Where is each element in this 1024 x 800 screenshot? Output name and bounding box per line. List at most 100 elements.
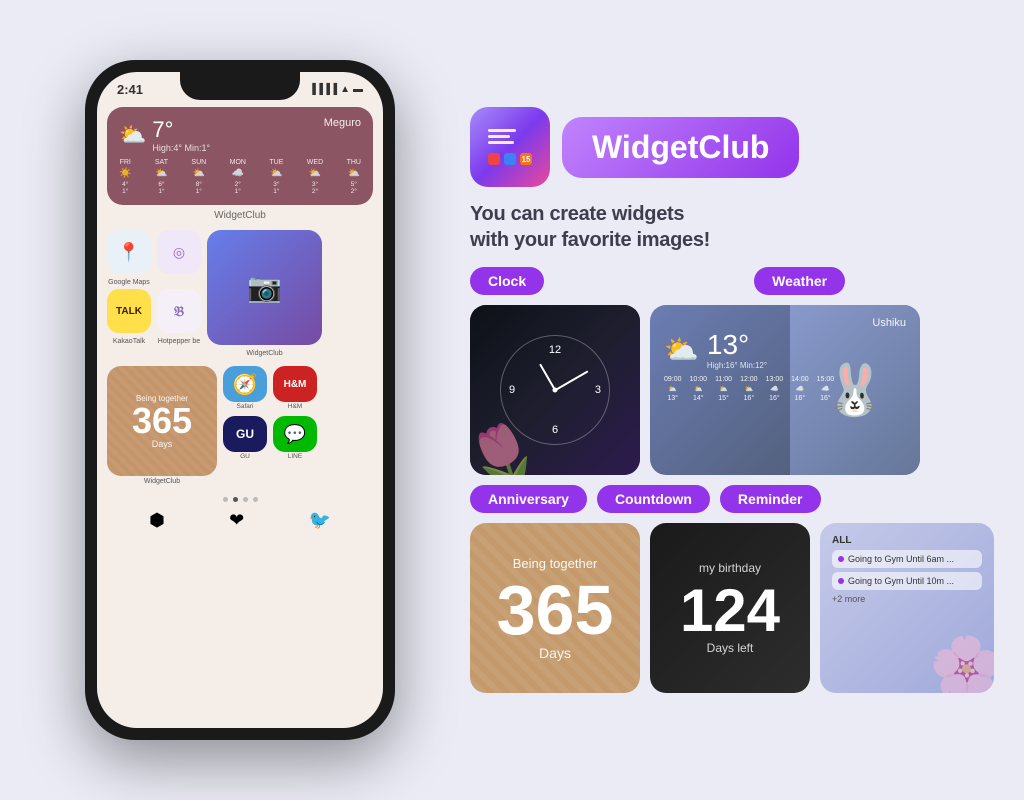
reminder-item-2: Going to Gym Until 10m ... — [832, 572, 982, 590]
main-container: 2:41 ▐▐▐▐ ▲ ▬ ⛅ 7° — [0, 0, 1024, 800]
weather-preview-hourly: 09:00⛅13° 10:00⛅14° 11:00⛅15° 12:00⛅16° … — [664, 376, 906, 402]
safari-label: Safari — [237, 403, 254, 410]
widgetclub-small-label: WidgetClub — [144, 478, 180, 485]
info-section: 15 WidgetClub You can create widgets wit… — [450, 107, 994, 693]
weather-day-mon: MON ☁️ 2°1° — [230, 159, 246, 195]
anniversary-small-col: Being together 365 Days WidgetClub — [107, 366, 217, 485]
phone-screen: 2:41 ▐▐▐▐ ▲ ▬ ⛅ 7° — [97, 72, 383, 728]
signal-icon: ▐▐▐▐ — [309, 84, 337, 95]
weather-day-sat: SAT ⛅ 6°1° — [155, 159, 168, 195]
anni-days-small: Days — [152, 439, 173, 449]
battery-icon: ▬ — [353, 84, 363, 95]
widget-categories: Clock Weather 🌷 12 3 6 9 — [470, 267, 994, 693]
hour-10: 10:00⛅14° — [690, 376, 708, 402]
app-icon-large: 15 — [470, 107, 550, 187]
anniversary-widget-small: Being together 365 Days — [107, 366, 217, 476]
hour-14: 14:00☁️16° — [791, 376, 809, 402]
hour-11: 11:00⛅15° — [715, 376, 732, 402]
page-dots — [97, 497, 383, 502]
weather-days: FRI ☀️ 4°1° SAT ⛅ 6°1° SUN ⛅ 8°1° — [119, 159, 361, 195]
app-title-text: WidgetClub — [592, 129, 769, 166]
anni-number-small: 365 — [132, 403, 192, 439]
wifi-app-icon[interactable]: ◎ — [157, 230, 201, 274]
countdown-badge: Countdown — [597, 485, 710, 513]
maps-app-col: 📍 Google Maps TALK KakaoTalk — [107, 230, 151, 357]
dot-1 — [223, 497, 228, 502]
weather-temp: 7° — [152, 117, 210, 143]
status-icons: ▐▐▐▐ ▲ ▬ — [309, 84, 363, 95]
countdown-number: 124 — [680, 581, 780, 641]
weather-widget-phone: ⛅ 7° High:4° Min:1° Meguro — [107, 107, 373, 205]
weather-preview-cloud: ⛅ — [664, 333, 699, 366]
weather-badge: Weather — [754, 267, 845, 295]
app-icon-decoration: 15 — [480, 121, 540, 173]
small-apps-grid: 🧭 Safari H&M H&M GU GU 💬 — [223, 366, 317, 460]
anni-being-preview: Being together — [513, 556, 598, 571]
countdown-days-left: Days left — [707, 641, 754, 655]
B-app-icon[interactable]: 𝔅 — [157, 289, 201, 333]
widgetclub-phone-label: WidgetClub — [97, 210, 383, 221]
photo-widget: 📷 — [207, 230, 322, 345]
photo-widget-col: 📷 WidgetClub — [207, 230, 322, 357]
anni-number-preview: 365 — [497, 575, 614, 645]
nav-icon-2[interactable]: ❤ — [229, 510, 244, 531]
line-col: 💬 LINE — [273, 416, 317, 460]
hour-09: 09:00⛅13° — [664, 376, 682, 402]
icon-line-2 — [488, 135, 510, 138]
bottom-nav: ⬢ ❤ 🐦 — [97, 506, 383, 535]
reminder-item-1: Going to Gym Until 6am ... — [832, 550, 982, 568]
maps-app-icon[interactable]: 📍 — [107, 230, 151, 274]
reminder-dot-1 — [838, 556, 844, 562]
gu-icon[interactable]: GU — [223, 416, 267, 452]
category-labels-row2: Anniversary Countdown Reminder — [470, 485, 994, 513]
weather-widget-preview: 🐰 Ushiku ⛅ 13° High:16° Min:12° 09:00⛅13… — [650, 305, 920, 475]
kakao-app-icon[interactable]: TALK — [107, 289, 151, 333]
anniversary-badge: Anniversary — [470, 485, 587, 513]
hour-13: 13:00☁️16° — [766, 376, 784, 402]
nav-icon-1[interactable]: ⬢ — [149, 510, 165, 531]
weather-top: ⛅ 7° High:4° Min:1° Meguro — [119, 117, 361, 153]
nav-icon-3[interactable]: 🐦 — [308, 510, 330, 531]
kakao-app-label: KakaoTalk — [113, 338, 145, 345]
anni-being-small: Being together — [136, 394, 188, 403]
hm-col: H&M H&M — [273, 366, 317, 410]
dot-2 — [233, 497, 238, 502]
category-labels-row1: Clock Weather — [470, 267, 994, 295]
icon-number: 15 — [520, 153, 532, 165]
weather-location: Meguro — [324, 117, 361, 129]
reminder-dot-2 — [838, 578, 844, 584]
hm-icon[interactable]: H&M — [273, 366, 317, 402]
weather-day-sun: SUN ⛅ 8°1° — [191, 159, 206, 195]
phone-notch — [180, 72, 300, 100]
B-app-label: Hotpepper be — [158, 338, 200, 345]
gu-label: GU — [240, 453, 250, 460]
photo-widget-label: WidgetClub — [246, 350, 282, 357]
tagline: You can create widgets with your favorit… — [470, 201, 994, 253]
clock-center — [553, 388, 558, 393]
line-icon[interactable]: 💬 — [273, 416, 317, 452]
maps-app-label: Google Maps — [108, 279, 150, 286]
reminder-all-label: ALL — [832, 535, 982, 546]
weather-preview-location: Ushiku — [664, 317, 906, 329]
weather-left: ⛅ 7° High:4° Min:1° — [119, 117, 210, 153]
weather-highlow: High:4° Min:1° — [152, 143, 210, 153]
safari-icon[interactable]: 🧭 — [223, 366, 267, 402]
wifi-icon: ▲ — [340, 84, 350, 95]
reminder-widget-preview: 🌸 ALL Going to Gym Until 6am ... Going t… — [820, 523, 994, 693]
widget-row-2: Being together 365 Days my birthday 124 … — [470, 523, 994, 693]
reminder-badge: Reminder — [720, 485, 821, 513]
hour-15: 15:00☁️16° — [817, 376, 835, 402]
wifi-app-col: ◎ - 𝔅 Hotpepper be — [157, 230, 201, 357]
anni-days-preview: Days — [539, 645, 571, 661]
phone-frame: 2:41 ▐▐▐▐ ▲ ▬ ⛅ 7° — [85, 60, 395, 740]
weather-day-wed: WED ⛅ 3°2° — [307, 159, 323, 195]
safari-col: 🧭 Safari — [223, 366, 267, 410]
phone-section: 2:41 ▐▐▐▐ ▲ ▬ ⛅ 7° — [30, 60, 450, 740]
reminder-more: +2 more — [832, 594, 982, 604]
hand-hour — [539, 364, 556, 391]
dot-4 — [253, 497, 258, 502]
clock-face: 12 3 6 9 — [500, 335, 610, 445]
anniversary-widget-preview: Being together 365 Days — [470, 523, 640, 693]
app-title-badge: WidgetClub — [562, 117, 799, 178]
hand-minute — [555, 370, 589, 390]
